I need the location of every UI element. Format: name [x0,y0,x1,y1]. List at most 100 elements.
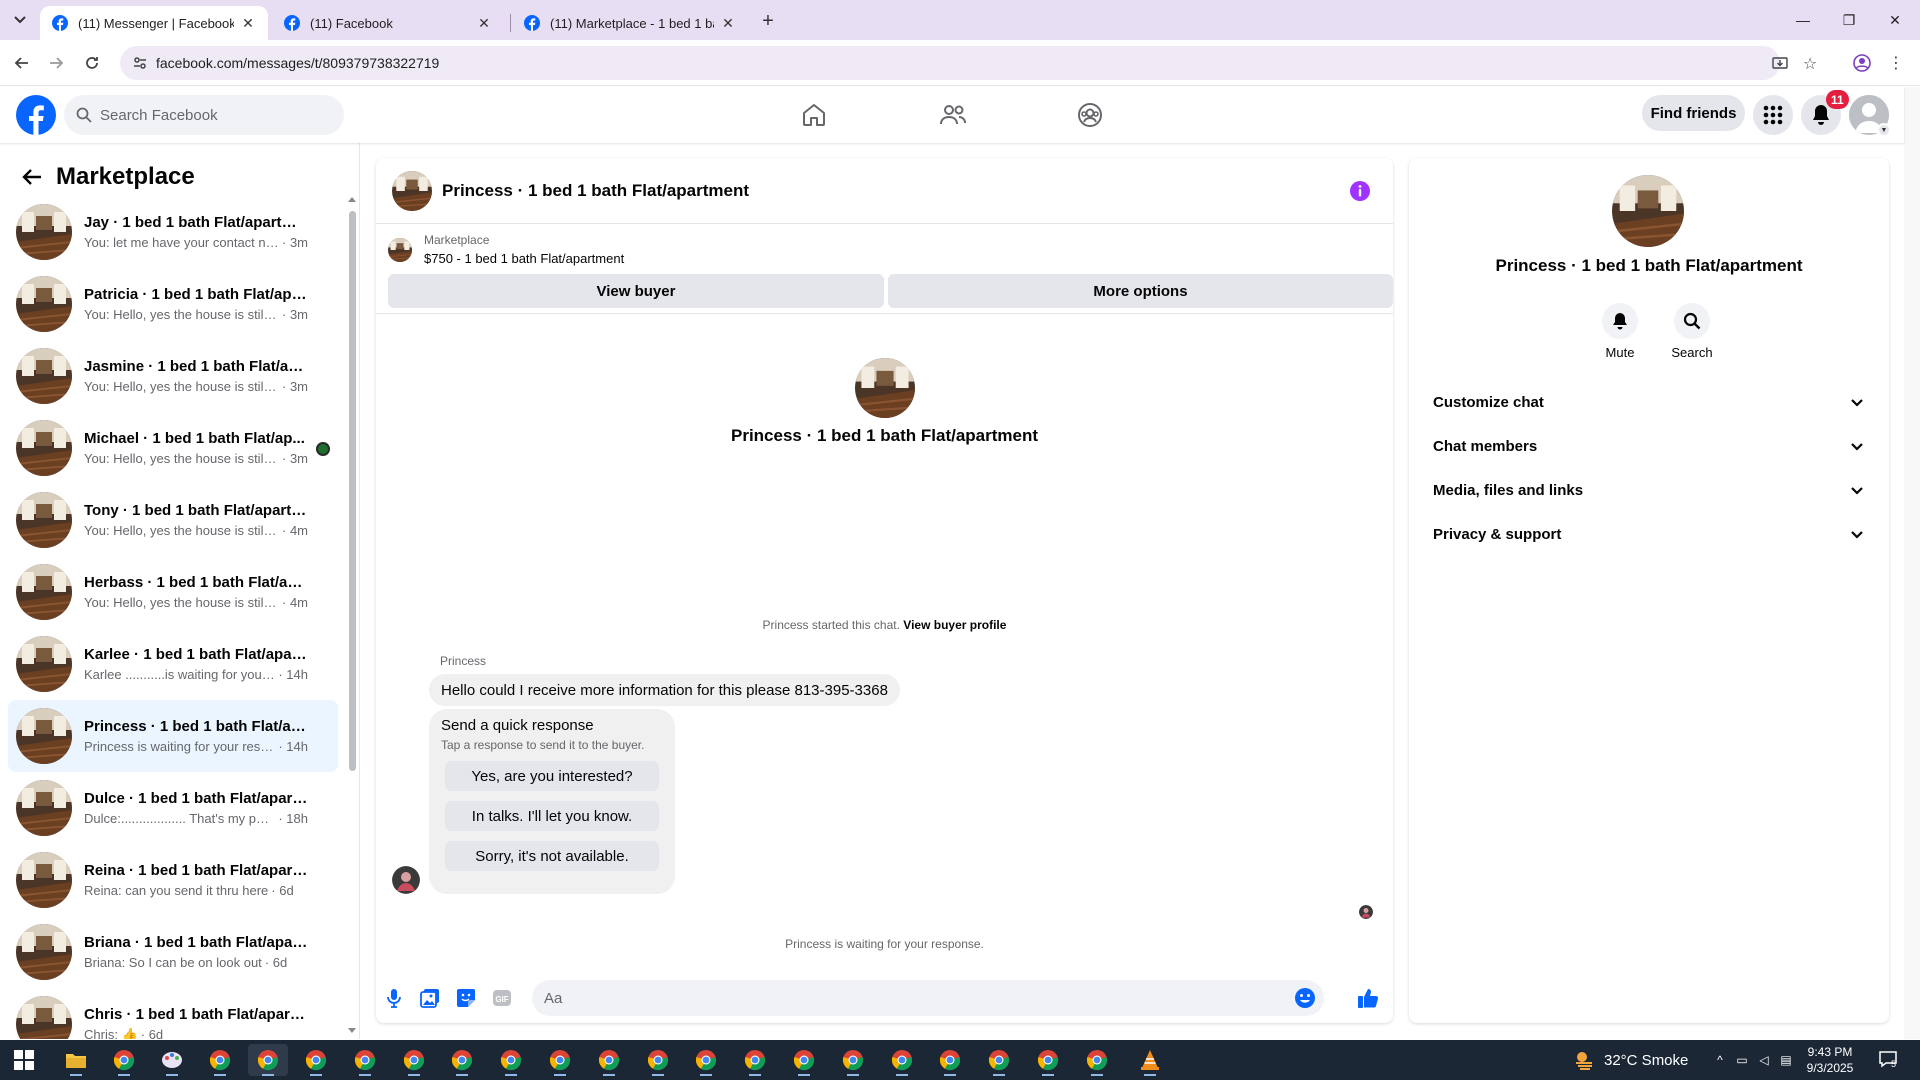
microphone-icon[interactable] [382,986,406,1010]
site-settings-icon[interactable] [132,55,148,71]
chrome-icon[interactable] [589,1044,629,1076]
quick-response-button[interactable]: In talks. I'll let you know. [445,801,659,831]
incoming-message[interactable]: Hello could I receive more information f… [429,674,900,706]
close-tab-icon[interactable]: ✕ [240,15,256,31]
profile-extension-icon[interactable] [1850,51,1874,75]
chrome-icon[interactable] [248,1044,288,1076]
close-window-icon[interactable]: ✕ [1872,0,1918,40]
chrome-icon[interactable] [833,1044,873,1076]
emoji-icon[interactable] [1294,987,1316,1009]
facebook-logo-icon[interactable] [16,95,56,135]
chrome-icon[interactable] [979,1044,1019,1076]
gif-icon[interactable]: GIF [490,986,514,1010]
friends-nav-icon[interactable] [935,97,971,133]
sticker-icon[interactable] [454,986,478,1010]
chat-title[interactable]: Princess · 1 bed 1 bath Flat/apartment [442,181,749,201]
weather-widget[interactable]: 32°C Smoke [1574,1050,1688,1070]
menu-grid-button[interactable] [1753,95,1793,135]
install-app-icon[interactable] [1770,54,1790,74]
intro-avatar[interactable] [854,358,915,418]
conversation-item[interactable]: Michael · 1 bed 1 bath Flat/ap... You: He… [8,412,338,484]
chrome-icon[interactable] [735,1044,775,1076]
conversation-item[interactable]: Dulce · 1 bed 1 bath Flat/apartm... Dulce… [8,772,338,844]
listing-title[interactable]: $750 - 1 bed 1 bath Flat/apartment [424,251,624,266]
network-icon[interactable]: ▤ [1778,1052,1794,1068]
search-conversation-button[interactable]: Search [1662,303,1722,360]
home-nav-icon[interactable] [796,97,832,133]
info-icon[interactable] [1349,180,1371,202]
chat-members-section[interactable]: Chat members [1425,424,1873,468]
new-tab-button[interactable]: + [756,9,780,33]
customize-chat-section[interactable]: Customize chat [1425,380,1873,424]
chrome-icon[interactable] [296,1044,336,1076]
groups-nav-icon[interactable] [1072,97,1108,133]
conversation-item[interactable]: Briana · 1 bed 1 bath Flat/apartm... Bria… [8,916,338,988]
conversation-item[interactable]: Reina · 1 bed 1 bath Flat/apartm... Reina… [8,844,338,916]
forward-icon[interactable] [44,51,68,75]
tab-messenger[interactable]: (11) Messenger | Facebook ✕ [40,6,268,40]
chrome-icon[interactable] [200,1044,240,1076]
chrome-icon[interactable] [930,1044,970,1076]
facebook-search[interactable] [64,95,344,135]
system-clock[interactable]: 9:43 PM 9/3/2025 [1800,1044,1860,1076]
privacy-support-section[interactable]: Privacy & support [1425,512,1873,556]
back-icon[interactable] [10,51,34,75]
vlc-icon[interactable] [1130,1044,1170,1076]
file-explorer-icon[interactable] [56,1044,96,1076]
paint-icon[interactable] [152,1044,192,1076]
info-avatar[interactable] [1612,175,1684,247]
chrome-icon[interactable] [442,1044,482,1076]
chrome-icon[interactable] [491,1044,531,1076]
photo-icon[interactable] [418,986,442,1010]
browser-menu-icon[interactable]: ⋮ [1884,51,1908,75]
back-arrow-icon[interactable] [16,161,48,193]
chrome-icon[interactable] [882,1044,922,1076]
volume-icon[interactable]: ◁ [1756,1052,1772,1068]
view-buyer-profile-link[interactable]: View buyer profile [903,618,1006,632]
conversation-item[interactable]: Tony · 1 bed 1 bath Flat/apartment You: H… [8,484,338,556]
scroll-up-icon[interactable] [348,197,356,202]
chrome-icon[interactable] [394,1044,434,1076]
tab-marketplace[interactable]: (11) Marketplace - 1 bed 1 bath ✕ [512,6,748,40]
windows-start-icon[interactable] [14,1050,34,1070]
mute-button[interactable]: Mute [1590,303,1650,360]
sender-avatar[interactable] [392,866,420,894]
close-tab-icon[interactable]: ✕ [476,15,492,31]
chat-avatar[interactable] [392,170,432,211]
scrollbar-thumb[interactable] [349,211,356,771]
more-options-button[interactable]: More options [888,274,1393,308]
media-files-links-section[interactable]: Media, files and links [1425,468,1873,512]
quick-response-button[interactable]: Yes, are you interested? [445,761,659,791]
sidebar-scrollbar[interactable] [348,193,356,1033]
conversation-item[interactable]: Karlee · 1 bed 1 bath Flat/apartm... Karl… [8,628,338,700]
chrome-icon[interactable] [345,1044,385,1076]
chrome-icon[interactable] [540,1044,580,1076]
page-scrollbar[interactable] [1904,87,1920,1039]
minimize-icon[interactable]: — [1780,0,1826,40]
conversation-item[interactable]: Jasmine · 1 bed 1 bath Flat/apart... You:… [8,340,338,412]
conversation-item[interactable]: Patricia · 1 bed 1 bath Flat/apart... You… [8,268,338,340]
reload-icon[interactable] [80,51,104,75]
chrome-icon[interactable] [1077,1044,1117,1076]
message-input-wrapper[interactable] [532,980,1324,1016]
conversation-item[interactable]: Chris · 1 bed 1 bath Flat/apartme... Chri… [8,988,338,1039]
notification-center-icon[interactable]: 5 [1878,1050,1900,1070]
restore-icon[interactable]: ❐ [1826,0,1872,40]
conversation-item[interactable]: Princess · 1 bed 1 bath Flat/apart... Pri… [8,700,338,772]
scroll-down-icon[interactable] [348,1028,356,1033]
meet-now-icon[interactable]: ▭ [1734,1052,1750,1068]
chrome-icon[interactable] [1028,1044,1068,1076]
chrome-icon[interactable] [686,1044,726,1076]
thumbs-up-icon[interactable] [1356,986,1380,1010]
view-buyer-button[interactable]: View buyer [388,274,884,308]
tab-search-button[interactable] [8,8,32,32]
show-hidden-icons[interactable]: ^ [1712,1052,1728,1068]
chrome-icon[interactable] [784,1044,824,1076]
account-caret-icon[interactable]: ▼ [1877,123,1891,137]
conversation-item[interactable]: Herbass · 1 bed 1 bath Flat/apart... You:… [8,556,338,628]
chrome-icon[interactable] [104,1044,144,1076]
message-input[interactable] [544,980,1264,1016]
conversation-item[interactable]: Jay · 1 bed 1 bath Flat/apartment You: le… [8,196,338,268]
close-tab-icon[interactable]: ✕ [720,15,736,31]
find-friends-button[interactable]: Find friends [1642,95,1745,131]
